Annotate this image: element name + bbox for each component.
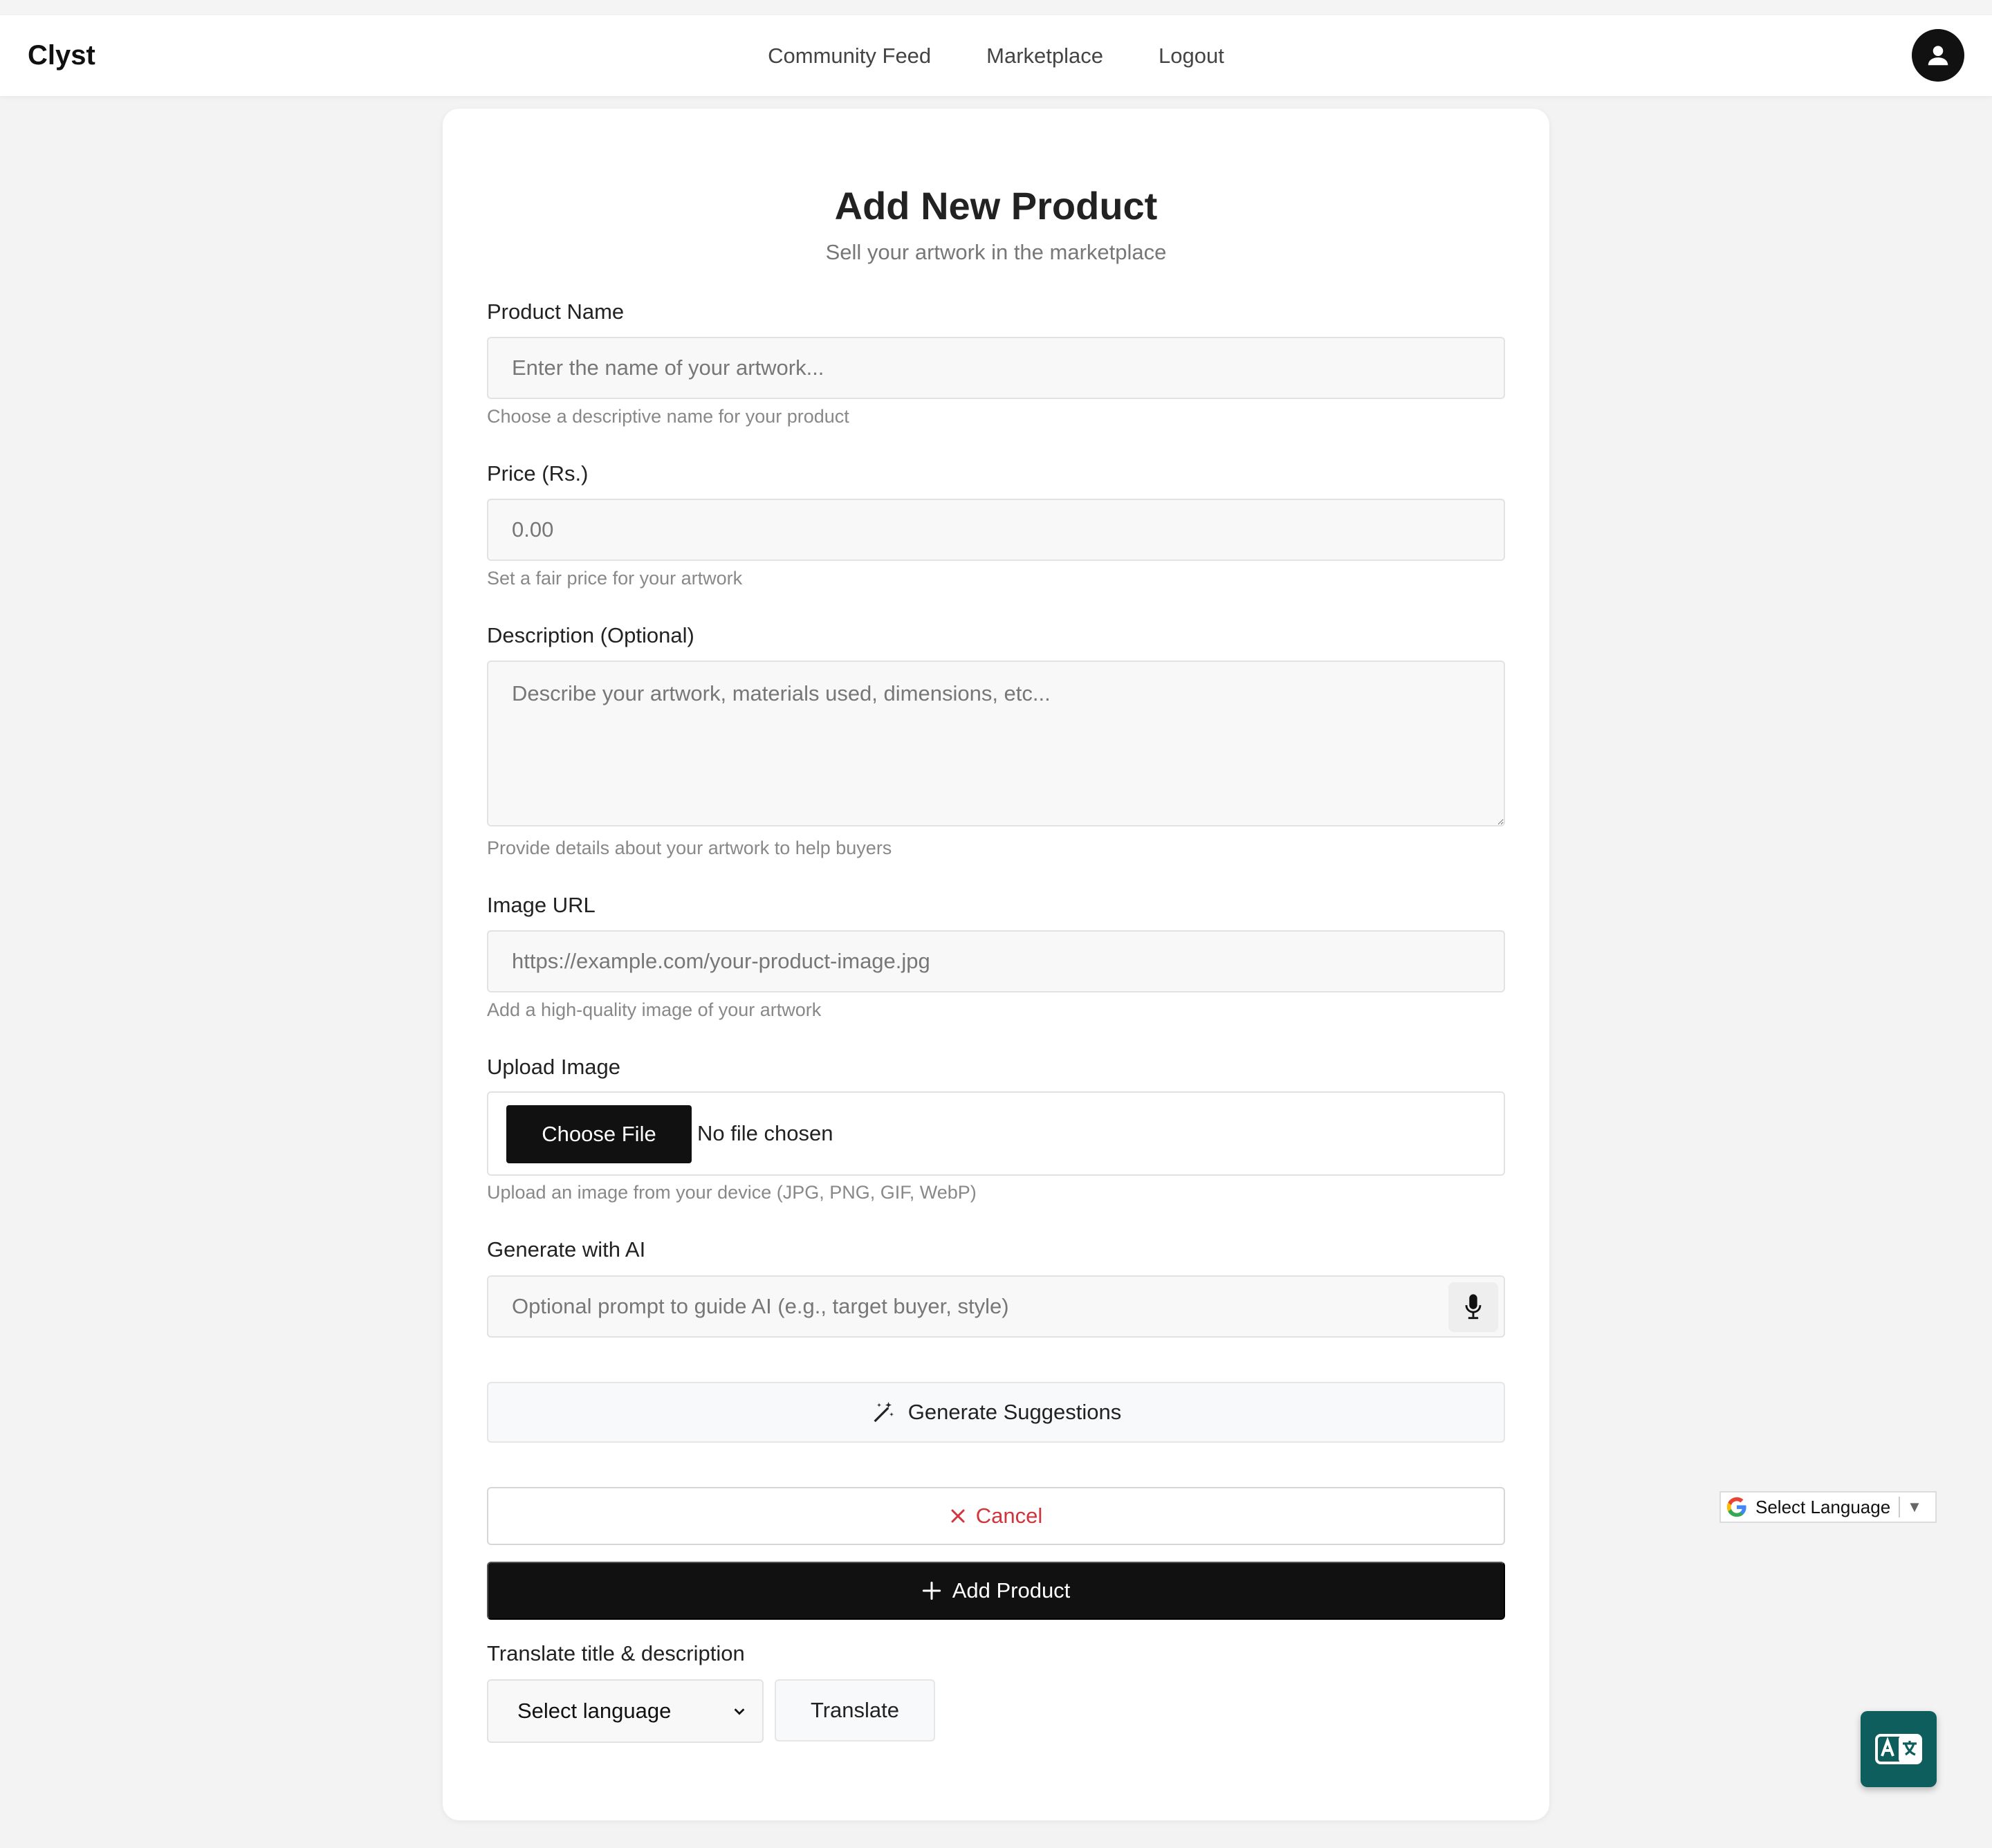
- image-url-help: Add a high-quality image of your artwork: [487, 999, 822, 1020]
- ai-prompt-input[interactable]: [487, 1275, 1505, 1338]
- google-translate-divider: [1899, 1497, 1901, 1517]
- nav-marketplace[interactable]: Marketplace: [986, 44, 1103, 68]
- choose-file-button[interactable]: Choose File: [506, 1105, 692, 1163]
- page-title: Add New Product: [834, 184, 1158, 228]
- google-icon: [1726, 1497, 1746, 1517]
- language-select-value: Select language: [517, 1699, 672, 1723]
- translate-button[interactable]: Translate: [775, 1679, 935, 1741]
- upload-image-help: Upload an image from your device (JPG, P…: [487, 1182, 977, 1203]
- triangle-down-icon: ▼: [1907, 1498, 1922, 1515]
- file-upload-input[interactable]: Choose File No file chosen: [487, 1091, 1505, 1176]
- nav-community-feed[interactable]: Community Feed: [768, 44, 931, 68]
- language-select[interactable]: Select language: [487, 1679, 764, 1743]
- navbar: Clyst Community Feed Marketplace Logout: [0, 15, 1992, 96]
- description-help: Provide details about your artwork to he…: [487, 838, 892, 858]
- voice-input-button[interactable]: [1448, 1282, 1498, 1332]
- file-status-text: No file chosen: [697, 1121, 833, 1145]
- cancel-button[interactable]: Cancel: [487, 1487, 1505, 1545]
- brand-logo[interactable]: Clyst: [28, 15, 95, 96]
- user-icon: [1928, 46, 1948, 66]
- user-avatar[interactable]: [1912, 29, 1964, 82]
- page-subtitle: Sell your artwork in the marketplace: [825, 240, 1167, 264]
- top-strip: [0, 0, 1992, 15]
- chevron-down-icon: [734, 1708, 745, 1715]
- magic-wand-icon: [874, 1402, 894, 1423]
- translate-fab-button[interactable]: [1861, 1711, 1937, 1787]
- product-name-help: Choose a descriptive name for your produ…: [487, 406, 849, 427]
- microphone-icon: [1465, 1294, 1482, 1320]
- nav-logout[interactable]: Logout: [1159, 44, 1224, 68]
- price-input[interactable]: [487, 499, 1505, 561]
- product-name-label: Product Name: [487, 299, 625, 324]
- plus-icon: [922, 1581, 941, 1600]
- image-url-input[interactable]: [487, 930, 1505, 992]
- google-translate-label: Select Language: [1755, 1496, 1891, 1517]
- cancel-label: Cancel: [975, 1504, 1043, 1528]
- description-label: Description (Optional): [487, 623, 694, 647]
- description-textarea[interactable]: [487, 660, 1505, 826]
- generate-suggestions-label: Generate Suggestions: [907, 1400, 1122, 1424]
- ai-prompt-label: Generate with AI: [487, 1237, 646, 1262]
- google-translate-widget[interactable]: Select Language ▼: [1719, 1491, 1937, 1523]
- add-product-label: Add Product: [952, 1578, 1071, 1602]
- translate-label: Translate title & description: [487, 1641, 745, 1665]
- translate-icon: [1875, 1734, 1922, 1764]
- price-label: Price (Rs.): [487, 461, 589, 486]
- upload-image-label: Upload Image: [487, 1055, 621, 1079]
- main-nav: Community Feed Marketplace Logout: [0, 15, 1992, 96]
- image-url-label: Image URL: [487, 893, 596, 917]
- product-name-input[interactable]: [487, 337, 1505, 399]
- generate-suggestions-button[interactable]: Generate Suggestions: [487, 1382, 1505, 1443]
- close-icon: [951, 1509, 965, 1523]
- add-product-card: Add New Product Sell your artwork in the…: [443, 109, 1549, 1820]
- add-product-button[interactable]: Add Product: [487, 1562, 1505, 1620]
- price-help: Set a fair price for your artwork: [487, 568, 743, 589]
